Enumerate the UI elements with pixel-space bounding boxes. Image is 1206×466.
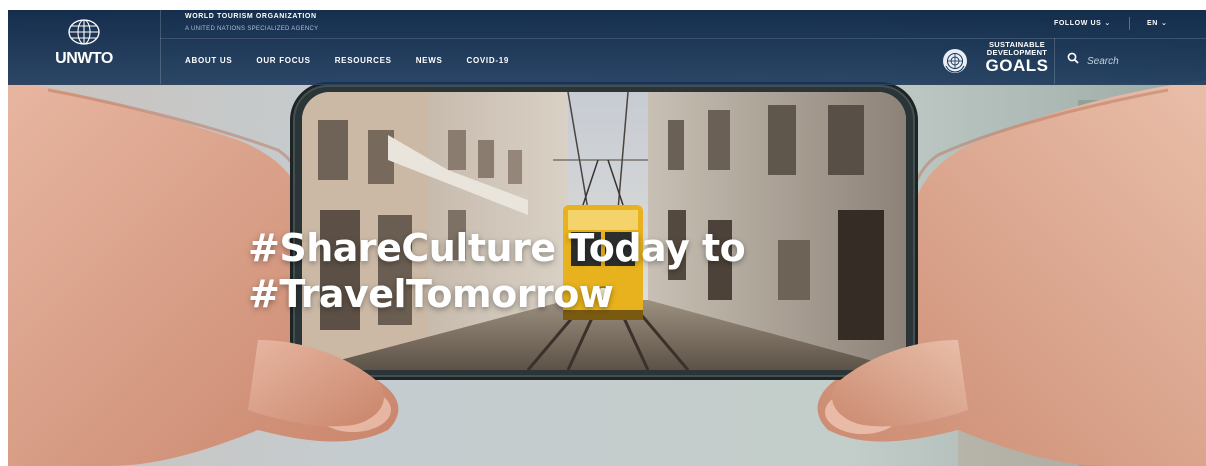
sdg-line2: DEVELOPMENT <box>986 47 1048 57</box>
site-header: UNWTO WORLD TOURISM ORGANIZATION A UNITE… <box>8 10 1206 85</box>
hero-headline-line2: #TravelTomorrow <box>248 272 614 316</box>
follow-us-dropdown[interactable]: FOLLOW US ⌄ <box>1054 19 1111 27</box>
top-bar: WORLD TOURISM ORGANIZATION A UNITED NATI… <box>160 10 1206 39</box>
org-subtitle: A UNITED NATIONS SPECIALIZED AGENCY <box>185 26 319 32</box>
nav-item-news[interactable]: NEWS <box>416 56 443 65</box>
hero-headline: #ShareCulture Today to #TravelTomorrow <box>248 225 746 317</box>
page-frame: #ShareCulture Today to #TravelTomorrow U… <box>8 10 1206 466</box>
language-dropdown[interactable]: EN ⌄ <box>1147 19 1167 27</box>
sdg-logo[interactable]: SUSTAINABLE DEVELOPMENT GOALS <box>981 41 1053 74</box>
sdg-line3: GOALS <box>985 56 1049 75</box>
search-box <box>1054 38 1206 84</box>
org-name: WORLD TOURISM ORGANIZATION <box>185 13 317 20</box>
nav-item-covid-19[interactable]: COVID-19 <box>467 56 510 65</box>
divider <box>1129 17 1130 30</box>
follow-us-label: FOLLOW US <box>1054 20 1102 27</box>
search-input[interactable] <box>1085 51 1199 71</box>
chevron-down-icon: ⌄ <box>1160 20 1168 27</box>
nav-item-our-focus[interactable]: OUR FOCUS <box>256 56 310 65</box>
search-icon[interactable] <box>1067 52 1079 64</box>
un-emblem-icon[interactable] <box>942 48 968 74</box>
main-nav: ABOUT US OUR FOCUS RESOURCES NEWS COVID-… <box>185 56 533 65</box>
language-label: EN <box>1147 20 1158 27</box>
logo-text: UNWTO <box>55 50 113 67</box>
hero-headline-line1: #ShareCulture Today to <box>248 226 746 270</box>
globe-icon <box>68 19 100 45</box>
nav-item-about-us[interactable]: ABOUT US <box>185 56 232 65</box>
nav-item-resources[interactable]: RESOURCES <box>335 56 392 65</box>
chevron-down-icon: ⌄ <box>1104 20 1111 27</box>
unwto-logo[interactable]: UNWTO <box>8 10 161 84</box>
